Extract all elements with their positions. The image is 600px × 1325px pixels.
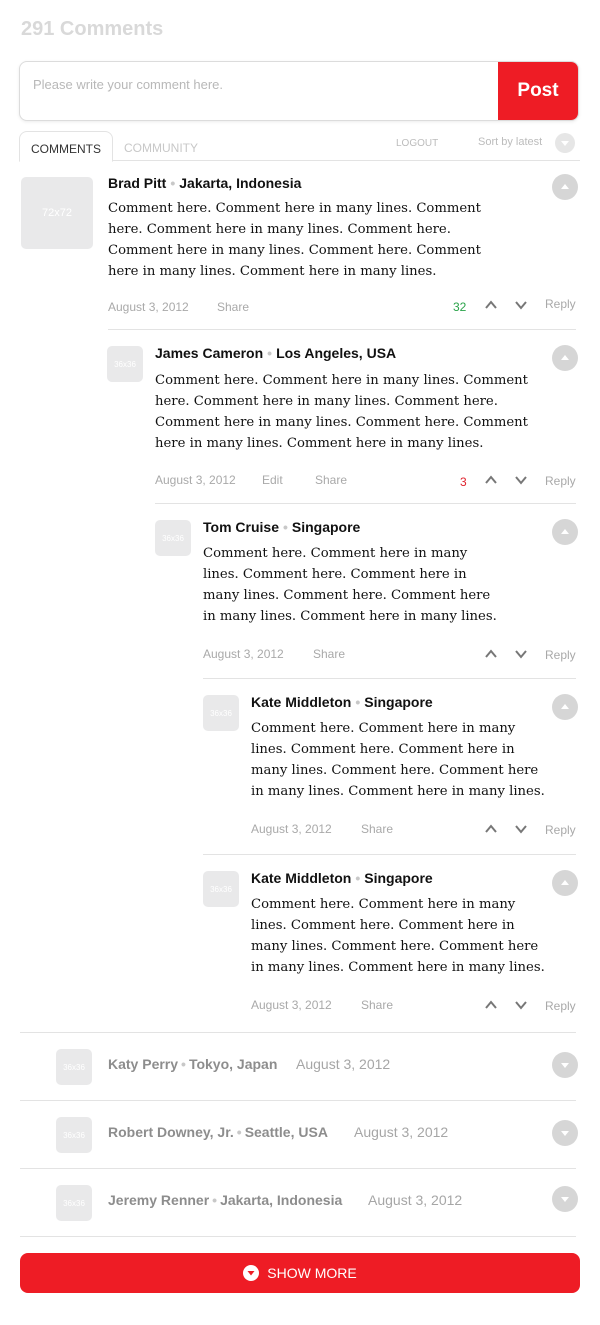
upvote-icon[interactable] [484,647,498,661]
avatar[interactable]: 36x36 [56,1049,92,1085]
author-location: Seattle, USA [244,1124,328,1140]
comment-input[interactable]: Please write your comment here. [33,77,223,92]
comment-text: Comment here. Comment here in many lines… [203,546,497,624]
reply-link[interactable]: Reply [545,999,576,1013]
comment-date: August 3, 2012 [354,1124,449,1140]
author-location: Tokyo, Japan [188,1056,278,1072]
comment-author: Jeremy Renner • Jakarta, Indonesia [108,1192,343,1208]
downvote-icon[interactable] [514,298,528,312]
reply-link[interactable]: Reply [545,648,576,662]
author-name[interactable]: Brad Pitt [108,175,166,191]
reply-link[interactable]: Reply [545,823,576,837]
author-name[interactable]: Kate Middleton [251,694,351,710]
author-name[interactable]: Robert Downey, Jr. [108,1124,234,1140]
comment-text: Comment here. Comment here in many lines… [251,721,545,799]
share-link[interactable]: Share [313,647,345,661]
divider [203,678,576,679]
avatar[interactable]: 36x36 [107,346,143,382]
author-name[interactable]: Katy Perry [108,1056,178,1072]
comment-date: August 3, 2012 [203,647,284,661]
avatar[interactable]: 36x36 [56,1185,92,1221]
avatar[interactable]: 36x36 [56,1117,92,1153]
comment-composer[interactable]: Please write your comment here. Post [19,61,579,121]
reply-link[interactable]: Reply [545,297,576,311]
downvote-icon[interactable] [514,998,528,1012]
collapse-icon[interactable] [552,345,578,371]
comment-text: Comment here. Comment here in many lines… [108,201,481,279]
upvote-icon[interactable] [484,298,498,312]
comment-date: August 3, 2012 [296,1056,391,1072]
comment-date: August 3, 2012 [251,998,332,1012]
comment-author: James Cameron • Los Angeles, USA [155,345,397,361]
upvote-icon[interactable] [484,473,498,487]
author-location: Singapore [364,870,433,886]
comment-author: Kate Middleton • Singapore [251,694,433,710]
divider [20,1168,576,1169]
share-link[interactable]: Share [217,300,249,314]
page-title: 291 Comments [21,18,164,40]
avatar[interactable]: 72x72 [21,177,93,249]
divider [203,854,576,855]
vote-score: 32 [453,300,467,314]
author-location: Jakarta, Indonesia [179,175,302,191]
comment-text: Comment here. Comment here in many lines… [251,897,545,975]
divider [20,1032,576,1033]
comment-date: August 3, 2012 [155,473,236,487]
expand-icon[interactable] [552,1186,578,1212]
author-location: Singapore [291,519,361,535]
author-name[interactable]: James Cameron [155,345,263,361]
tab-community[interactable]: COMMUNITY [124,131,198,161]
author-name[interactable]: Kate Middleton [251,870,351,886]
sort-dropdown-icon[interactable] [555,133,575,153]
sort-label[interactable]: Sort by latest [478,136,542,148]
avatar[interactable]: 36x36 [155,520,191,556]
show-more-button[interactable]: SHOW MORE [20,1253,580,1293]
vote-score: 3 [460,475,467,489]
author-location: Jakarta, Indonesia [220,1192,343,1208]
divider [20,1100,576,1101]
comment-author: Tom Cruise • Singapore [203,519,361,535]
logout-link[interactable]: LOGOUT [396,138,438,149]
author-name[interactable]: Tom Cruise [203,519,279,535]
show-more-label: SHOW MORE [267,1265,357,1281]
divider [108,329,576,330]
avatar[interactable]: 36x36 [203,871,239,907]
reply-link[interactable]: Reply [545,474,576,488]
collapse-icon[interactable] [552,519,578,545]
upvote-icon[interactable] [484,998,498,1012]
author-name[interactable]: Jeremy Renner [108,1192,209,1208]
tab-comments[interactable]: COMMENTS [19,131,113,162]
tab-bar: COMMENTS COMMUNITY LOGOUT Sort by latest [19,131,580,162]
comment-author: Katy Perry • Tokyo, Japan [108,1056,278,1072]
share-link[interactable]: Share [361,998,393,1012]
edit-link[interactable]: Edit [262,473,283,487]
author-location: Los Angeles, USA [276,345,397,361]
comment-date: August 3, 2012 [251,822,332,836]
avatar[interactable]: 36x36 [203,695,239,731]
author-location: Singapore [364,694,433,710]
comment-author: Kate Middleton • Singapore [251,870,433,886]
comment-date: August 3, 2012 [368,1192,463,1208]
chevron-down-icon [243,1265,260,1281]
share-link[interactable]: Share [315,473,347,487]
post-button[interactable]: Post [498,62,578,120]
divider [155,503,576,504]
downvote-icon[interactable] [514,647,528,661]
divider [20,1236,576,1237]
collapse-icon[interactable] [552,870,578,896]
comment-author: Robert Downey, Jr. • Seattle, USA [108,1124,328,1140]
comment-author: Brad Pitt • Jakarta, Indonesia [108,175,302,191]
expand-icon[interactable] [552,1052,578,1078]
comment-text: Comment here. Comment here in many lines… [155,373,528,451]
expand-icon[interactable] [552,1120,578,1146]
collapse-icon[interactable] [552,174,578,200]
downvote-icon[interactable] [514,473,528,487]
share-link[interactable]: Share [361,822,393,836]
collapse-icon[interactable] [552,694,578,720]
comment-date: August 3, 2012 [108,300,189,314]
upvote-icon[interactable] [484,822,498,836]
downvote-icon[interactable] [514,822,528,836]
